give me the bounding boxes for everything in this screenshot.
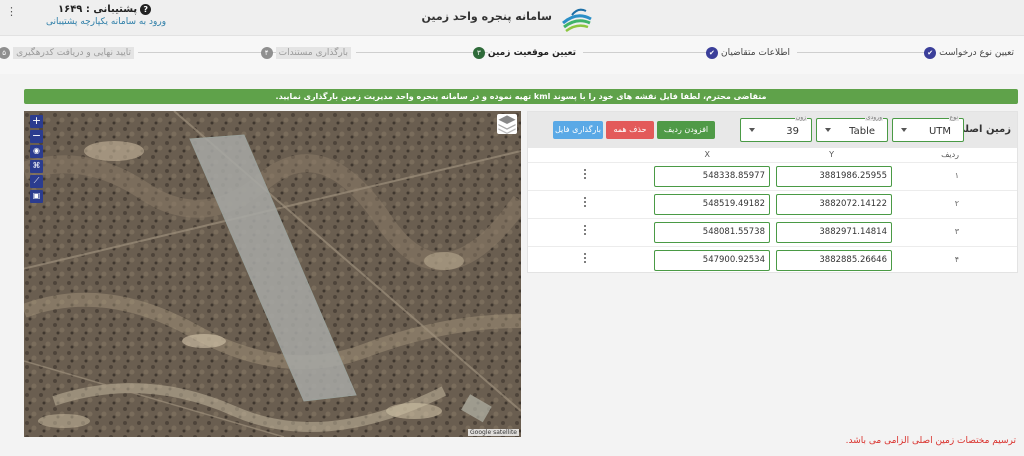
row-index: ۴ <box>954 255 959 264</box>
column-x: X <box>704 150 710 159</box>
row-menu-icon[interactable] <box>584 169 587 181</box>
step-number: ۵ <box>0 47 11 59</box>
y-input[interactable]: 3882072.14122 <box>776 194 892 215</box>
layers-icon[interactable] <box>497 114 517 134</box>
coordinates-panel: زمین اصلی: نوع UTM ورودی Table زون 39 اف… <box>527 111 1018 273</box>
step-land-location[interactable]: ۳ تعیین موقعیت زمین <box>472 47 576 59</box>
row-menu-icon[interactable] <box>584 253 587 265</box>
more-menu-icon[interactable]: ⋮ <box>6 6 17 17</box>
select-value: Table <box>849 126 875 137</box>
validation-error: ترسیم مختصات زمین اصلی الزامی می باشد. <box>845 436 1016 446</box>
chevron-down-icon <box>749 128 755 132</box>
select-legend: ورودی <box>864 114 883 121</box>
app-title: سامانه پنجره واحد زمین <box>421 10 553 23</box>
row-index: ۱ <box>954 171 959 180</box>
step-number: ۳ <box>472 47 485 59</box>
y-input[interactable]: 3882885.26646 <box>776 250 892 271</box>
add-row-button[interactable]: افزودن ردیف <box>657 121 715 139</box>
kml-info-alert: متقاضی محترم، لطفا فایل نقشه های خود را … <box>24 89 1018 104</box>
step-number: ۴ <box>260 47 273 59</box>
x-input[interactable]: 548338.85977 <box>654 166 770 187</box>
app-logo <box>562 8 592 33</box>
step-final-confirm[interactable]: ۵ تایید نهایی و دریافت کدرهگیری <box>0 47 134 59</box>
support-label: پشتیبانی : ۱۶۴۹ <box>58 4 138 15</box>
check-icon: ✔ <box>705 47 718 59</box>
table-row: ۳ 3882971.14814 548081.55738 <box>528 218 1017 245</box>
select-value: 39 <box>786 126 799 137</box>
input-mode-select[interactable]: ورودی Table <box>816 114 888 142</box>
table-row: ۱ 3881986.25955 548338.85977 <box>528 162 1017 189</box>
support-portal-link[interactable]: ورود به سامانه یکپارچه پشتیبانی <box>46 17 166 27</box>
support-phone: ? پشتیبانی : ۱۶۴۹ <box>58 4 152 15</box>
check-icon: ✔ <box>924 47 937 59</box>
table-header: ردیف Y X <box>528 148 1017 162</box>
row-index: ۲ <box>954 199 959 208</box>
step-applicants[interactable]: ✔ اطلاعات متقاضیان <box>705 47 790 59</box>
step-connector <box>356 52 488 53</box>
delete-all-button[interactable]: حذف همه <box>606 121 654 139</box>
panel-toolbar: زمین اصلی: نوع UTM ورودی Table زون 39 اف… <box>528 112 1017 148</box>
step-connector <box>797 52 927 53</box>
step-request-type[interactable]: ✔ تعیین نوع درخواست <box>924 47 1014 59</box>
measure-icon[interactable]: ⌘ <box>30 160 43 173</box>
zoom-in-button[interactable]: + <box>30 115 43 128</box>
map-attribution: Google satellite <box>468 429 519 436</box>
column-y: Y <box>829 150 834 159</box>
step-connector <box>583 52 715 53</box>
row-menu-icon[interactable] <box>584 197 587 209</box>
step-label: تایید نهایی و دریافت کدرهگیری <box>13 47 134 59</box>
select-box-icon[interactable]: ▣ <box>30 190 43 203</box>
select-value: UTM <box>928 126 951 137</box>
map-controls: + − ◉ ⌘ ⟋ ▣ <box>30 115 43 203</box>
step-label: اطلاعات متقاضیان <box>720 48 790 58</box>
step-documents[interactable]: ۴ بارگذاری مستندات <box>260 47 351 59</box>
select-legend: زون <box>794 114 807 121</box>
step-label: بارگذاری مستندات <box>275 47 351 59</box>
zone-select[interactable]: زون 39 <box>740 114 812 142</box>
x-input[interactable]: 547900.92534 <box>654 250 770 271</box>
step-connector <box>138 52 276 53</box>
chevron-down-icon <box>901 128 907 132</box>
table-row: ۲ 3882072.14122 548519.49182 <box>528 190 1017 217</box>
step-label: تعیین نوع درخواست <box>939 48 1014 58</box>
row-index: ۳ <box>954 227 959 236</box>
x-input[interactable]: 548081.55738 <box>654 222 770 243</box>
map-imagery[interactable] <box>24 111 521 437</box>
app-header: ⋮ ? پشتیبانی : ۱۶۴۹ ورود به سامانه یکپار… <box>0 0 1024 36</box>
locate-icon[interactable]: ◉ <box>30 145 43 158</box>
help-icon: ? <box>140 4 152 15</box>
column-row: ردیف <box>941 150 959 159</box>
coord-type-select[interactable]: نوع UTM <box>892 114 964 142</box>
chevron-down-icon <box>825 128 831 132</box>
table-row: ۴ 3882885.26646 547900.92534 <box>528 246 1017 273</box>
select-legend: نوع <box>948 114 959 121</box>
x-input[interactable]: 548519.49182 <box>654 194 770 215</box>
row-menu-icon[interactable] <box>584 225 587 237</box>
y-input[interactable]: 3882971.14814 <box>776 222 892 243</box>
zoom-out-button[interactable]: − <box>30 130 43 143</box>
upload-file-button[interactable]: بارگذاری فایل <box>553 121 603 139</box>
step-label: تعیین موقعیت زمین <box>487 48 576 58</box>
satellite-map[interactable]: + − ◉ ⌘ ⟋ ▣ Google satellite <box>24 111 521 437</box>
y-input[interactable]: 3881986.25955 <box>776 166 892 187</box>
draw-line-icon[interactable]: ⟋ <box>30 175 43 188</box>
